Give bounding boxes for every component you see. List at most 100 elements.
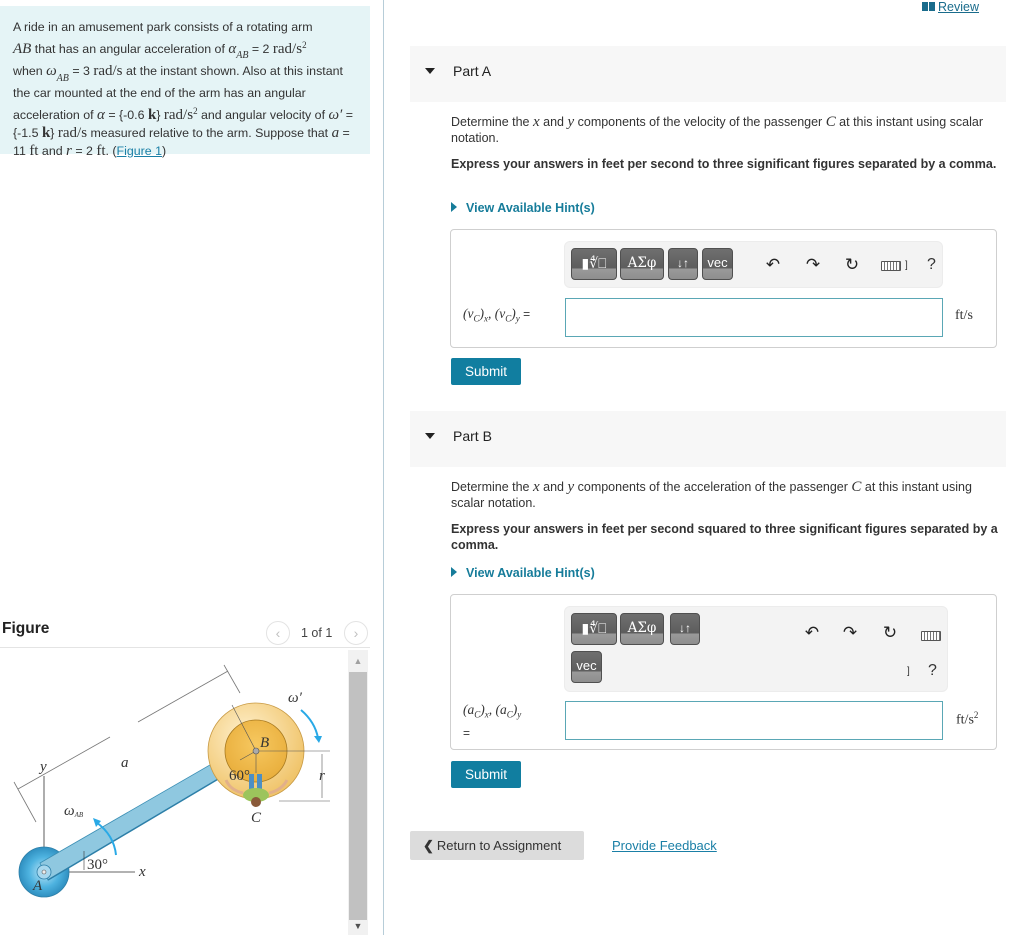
scroll-down-arrow-icon[interactable]: ▼	[348, 919, 368, 933]
redo-icon[interactable]: ↷	[803, 255, 823, 275]
problem-text: )	[162, 143, 167, 158]
scroll-up-arrow-icon[interactable]: ▲	[348, 654, 368, 668]
unit-exponent: 2	[973, 710, 979, 720]
greek-symbols-button[interactable]: ΑΣφ	[620, 613, 664, 645]
question-text: components of the acceleration of the pa…	[574, 480, 852, 494]
redo-icon[interactable]: ↷	[840, 623, 860, 643]
part-b-answer-label: (aC)x, (aC)y =	[463, 702, 522, 740]
return-to-assignment-button[interactable]: ❮ Return to Assignment	[410, 831, 584, 860]
omega-value: = 3	[68, 64, 94, 79]
alpha2-symbol: α	[97, 107, 105, 124]
omega2-unit: rad/s	[57, 125, 88, 142]
part-b-hint-toggle[interactable]: View Available Hint(s)	[451, 566, 595, 580]
reset-icon[interactable]: ↻	[842, 255, 862, 275]
problem-text: when	[13, 64, 47, 79]
problem-text: A ride in an amusement park consists of …	[13, 20, 313, 34]
hint-label: View Available Hint(s)	[466, 201, 595, 215]
part-a-submit-button[interactable]: Submit	[451, 358, 521, 385]
part-b-unit: ft/s2	[956, 710, 978, 729]
question-text: Determine the	[451, 115, 533, 129]
part-a-answer-box: ▮∜⎕ ΑΣφ ↓↑ vec ↶ ↷ ↻ ] ? (vC)x, (vC)y = …	[450, 229, 997, 348]
scrollbar-thumb[interactable]	[349, 672, 367, 920]
math-x: x	[532, 479, 540, 495]
figure-image: a y x A 30° ωAB B 60° C r ω′	[0, 650, 348, 935]
figure-counter: 1 of 1	[301, 626, 333, 640]
part-a-hint-toggle[interactable]: View Available Hint(s)	[451, 201, 595, 215]
problem-text: and angular velocity of	[197, 108, 329, 123]
greek-symbols-button[interactable]: ΑΣφ	[620, 248, 664, 280]
part-a-title: Part A	[453, 63, 492, 79]
problem-text: and	[38, 143, 67, 158]
keyboard-shortcut-bracket: ]	[907, 666, 910, 677]
part-a-question: Determine the x and y components of the …	[451, 114, 1006, 146]
templates-button[interactable]: ▮∜⎕	[571, 613, 617, 645]
figure-scrollbar[interactable]: ▲ ▼	[348, 650, 368, 935]
part-a-answer-input[interactable]	[565, 298, 943, 337]
label-sub-y: y	[517, 709, 522, 720]
undo-icon[interactable]: ↶	[802, 623, 822, 643]
undo-icon[interactable]: ↶	[763, 255, 783, 275]
caret-right-icon	[451, 567, 457, 577]
column-divider	[383, 0, 384, 935]
unit-text: ft/s	[956, 712, 974, 728]
omega-symbol: ω	[46, 63, 57, 80]
arm-symbol: AB	[13, 40, 32, 57]
part-b-title: Part B	[453, 428, 492, 444]
question-text: and	[539, 480, 568, 494]
templates-button[interactable]: ▮∜⎕	[571, 248, 617, 280]
label-sub-y: y	[515, 313, 520, 324]
angle-60: 60°	[229, 768, 250, 784]
part-a-header[interactable]: Part A	[410, 46, 1006, 102]
omega-unit: rad/s	[93, 63, 123, 80]
part-b-question: Determine the x and y components of the …	[451, 479, 1006, 511]
question-text: components of the velocity of the passen…	[574, 115, 826, 129]
keyboard-icon[interactable]	[921, 631, 941, 641]
part-b-header[interactable]: Part B	[410, 411, 1006, 467]
part-a-answer-label: (vC)x, (vC)y =	[463, 306, 531, 324]
omega2-symbol: ω′	[328, 107, 343, 124]
problem-text: that has an angular acceleration of	[31, 41, 229, 56]
help-button[interactable]: ?	[928, 662, 937, 680]
part-b-answer-input[interactable]	[565, 701, 943, 740]
vector-button[interactable]: vec	[571, 651, 602, 683]
figure-header: Figure ‹ 1 of 1 ›	[0, 614, 370, 648]
chevron-left-icon: ‹	[275, 625, 281, 641]
next-figure-button[interactable]: ›	[344, 621, 368, 645]
figure-link[interactable]: Figure 1	[117, 144, 162, 158]
vector-button[interactable]: vec	[702, 248, 733, 280]
subscript-superscript-button[interactable]: ↓↑	[668, 248, 698, 280]
label-C: C	[251, 810, 262, 826]
alpha2-value: = {-0.6	[104, 108, 148, 123]
previous-figure-button[interactable]: ‹	[266, 621, 290, 645]
alpha-subscript: AB	[236, 50, 249, 62]
keyboard-icon[interactable]	[881, 261, 901, 271]
label-sub-x: x	[484, 709, 489, 720]
math-c: C	[825, 114, 836, 130]
templates-icon: ▮∜⎕	[581, 620, 607, 636]
part-b-answer-box: ▮∜⎕ ΑΣφ ↓↑ vec ↶ ↷ ↻ ] ? (aC)x, (aC)y = f…	[450, 594, 997, 750]
alpha-unit-exponent: 2	[302, 39, 307, 50]
label-sub-c: C	[473, 313, 480, 324]
part-b-math-toolbar: ▮∜⎕ ΑΣφ ↓↑ vec ↶ ↷ ↻ ] ?	[564, 606, 948, 692]
rotating-arm-diagram: a y x A 30° ωAB B 60° C r ω′	[13, 664, 330, 898]
problem-statement: A ride in an amusement park consists of …	[0, 6, 370, 159]
hint-label: View Available Hint(s)	[466, 566, 595, 580]
chevron-right-icon: ›	[353, 625, 359, 641]
label-A: A	[32, 878, 43, 894]
review-label: Review	[938, 0, 979, 14]
problem-text: }	[50, 126, 58, 141]
label-y: y	[38, 759, 47, 775]
provide-feedback-link[interactable]: Provide Feedback	[612, 838, 717, 853]
label-omega-prime: ω′	[288, 690, 303, 706]
help-button[interactable]: ?	[927, 256, 936, 274]
arm-ab	[39, 757, 231, 881]
alpha2-unit: rad/s	[163, 107, 194, 124]
reset-icon[interactable]: ↻	[880, 623, 900, 643]
part-b-submit-button[interactable]: Submit	[451, 761, 521, 788]
r-unit: ft	[96, 142, 106, 159]
caret-right-icon	[451, 202, 457, 212]
problem-text: measured relative to the arm. Suppose th…	[87, 126, 332, 141]
review-link[interactable]: Review	[922, 0, 979, 14]
label-omega-ab: ωAB	[64, 803, 84, 819]
subscript-superscript-button[interactable]: ↓↑	[670, 613, 700, 645]
